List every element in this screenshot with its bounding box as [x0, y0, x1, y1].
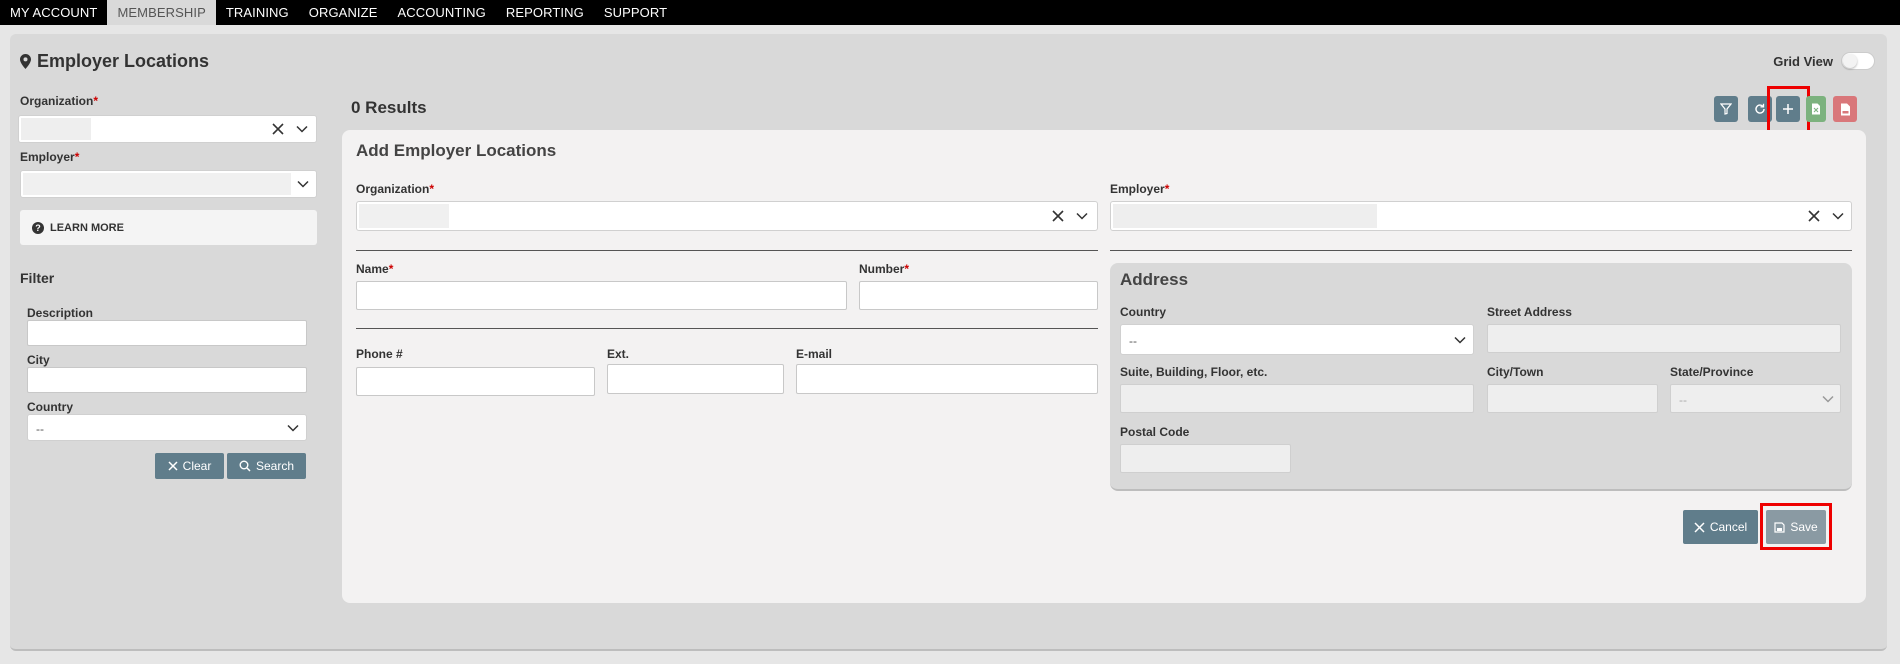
question-circle-icon: ?	[32, 221, 44, 234]
sidebar-employer-select[interactable]	[20, 170, 317, 198]
cancel-button[interactable]: Cancel	[1683, 510, 1758, 544]
form-number-label: Number*	[859, 262, 910, 276]
filter-country-label: Country	[27, 400, 73, 414]
chevron-down-icon[interactable]	[296, 177, 310, 191]
close-icon	[1694, 521, 1705, 533]
close-icon	[168, 461, 178, 471]
form-employer-label: Employer*	[1110, 182, 1170, 196]
nav-item-reporting[interactable]: REPORTING	[496, 0, 594, 25]
chevron-down-icon	[1821, 392, 1835, 409]
search-button[interactable]: Search	[227, 453, 306, 479]
filter-icon[interactable]	[1714, 96, 1738, 122]
phone-input[interactable]	[356, 367, 595, 396]
divider	[356, 328, 1098, 329]
redacted-value	[21, 118, 91, 140]
ext-input[interactable]	[607, 364, 784, 394]
city-town-input[interactable]	[1487, 384, 1658, 413]
map-pin-icon	[20, 54, 31, 69]
form-employer-select[interactable]	[1110, 201, 1852, 231]
page-title: Employer Locations	[20, 51, 209, 72]
form-organization-select[interactable]	[356, 201, 1098, 231]
address-country-select[interactable]: --	[1120, 324, 1474, 355]
page-title-text: Employer Locations	[37, 51, 210, 71]
address-country-value: --	[1129, 334, 1137, 348]
address-title: Address	[1120, 270, 1189, 289]
divider	[356, 250, 1098, 251]
filter-title: Filter	[20, 270, 55, 286]
redacted-value	[23, 173, 291, 195]
chevron-down-icon[interactable]	[1075, 209, 1089, 223]
form-email-label: E-mail	[796, 347, 833, 361]
address-country-label: Country	[1120, 305, 1166, 319]
filter-description-input[interactable]	[27, 320, 307, 346]
learn-more-link[interactable]: ? LEARN MORE	[20, 210, 317, 245]
address-city-label: City/Town	[1487, 365, 1544, 379]
form-ext-label: Ext.	[607, 347, 630, 361]
name-input[interactable]	[356, 281, 847, 310]
nav-item-accounting[interactable]: ACCOUNTING	[387, 0, 495, 25]
chevron-down-icon[interactable]	[295, 122, 309, 136]
learn-more-label: LEARN MORE	[50, 221, 124, 234]
suite-input[interactable]	[1120, 384, 1474, 413]
address-street-label: Street Address	[1487, 305, 1572, 319]
add-button-highlight	[1767, 86, 1810, 133]
search-button-label: Search	[255, 459, 295, 473]
grid-view-label: Grid View	[1773, 53, 1833, 69]
cancel-button-label: Cancel	[1709, 520, 1748, 534]
address-state-label: State/Province	[1670, 365, 1754, 379]
nav-item-support[interactable]: SUPPORT	[594, 0, 677, 25]
clear-button[interactable]: Clear	[155, 453, 224, 479]
clear-x-icon[interactable]	[271, 122, 285, 136]
clear-x-icon[interactable]	[1807, 209, 1821, 223]
filter-city-label: City	[27, 353, 50, 367]
address-postal-label: Postal Code	[1120, 425, 1190, 439]
address-suite-label: Suite, Building, Floor, etc.	[1120, 365, 1268, 379]
nav-item-organize[interactable]: ORGANIZE	[299, 0, 388, 25]
filter-description-label: Description	[27, 306, 94, 320]
redacted-value	[1113, 204, 1377, 228]
form-name-label: Name*	[356, 262, 394, 276]
street-address-input[interactable]	[1487, 324, 1841, 353]
filter-country-value: --	[36, 422, 44, 436]
postal-code-input[interactable]	[1120, 444, 1291, 473]
excel-export-icon[interactable]	[1806, 96, 1826, 122]
pdf-export-icon[interactable]	[1833, 96, 1857, 122]
redacted-value	[359, 204, 449, 228]
nav-item-my-account[interactable]: MY ACCOUNT	[0, 0, 107, 25]
divider	[1110, 250, 1852, 251]
nav-item-membership[interactable]: MEMBERSHIP	[107, 0, 216, 25]
form-title: Add Employer Locations	[356, 141, 557, 160]
chevron-down-icon[interactable]	[1831, 209, 1845, 223]
filter-city-input[interactable]	[27, 367, 307, 393]
number-input[interactable]	[859, 281, 1098, 310]
clear-button-label: Clear	[182, 459, 212, 473]
email-input[interactable]	[796, 364, 1098, 394]
chevron-down-icon[interactable]	[286, 421, 300, 435]
clear-x-icon[interactable]	[1051, 209, 1065, 223]
save-button-highlight	[1760, 503, 1832, 550]
chevron-down-icon[interactable]	[1453, 333, 1467, 347]
sidebar-organization-label: Organization*	[20, 94, 99, 108]
top-nav: MY ACCOUNT MEMBERSHIP TRAINING ORGANIZE ACCO…	[0, 0, 1900, 25]
form-organization-label: Organization*	[356, 182, 435, 196]
form-phone-label: Phone #	[356, 347, 403, 361]
sidebar-organization-select[interactable]	[18, 115, 317, 143]
filter-country-select[interactable]: --	[27, 414, 307, 441]
results-count: 0 Results	[351, 98, 427, 117]
state-province-value: --	[1679, 393, 1687, 407]
state-province-select[interactable]: --	[1670, 384, 1841, 413]
grid-view-toggle[interactable]	[1841, 52, 1875, 70]
nav-item-training[interactable]: TRAINING	[216, 0, 299, 25]
grid-view-toggle-group: Grid View	[1773, 52, 1875, 70]
search-icon	[239, 460, 251, 472]
sidebar-employer-label: Employer*	[20, 150, 80, 164]
